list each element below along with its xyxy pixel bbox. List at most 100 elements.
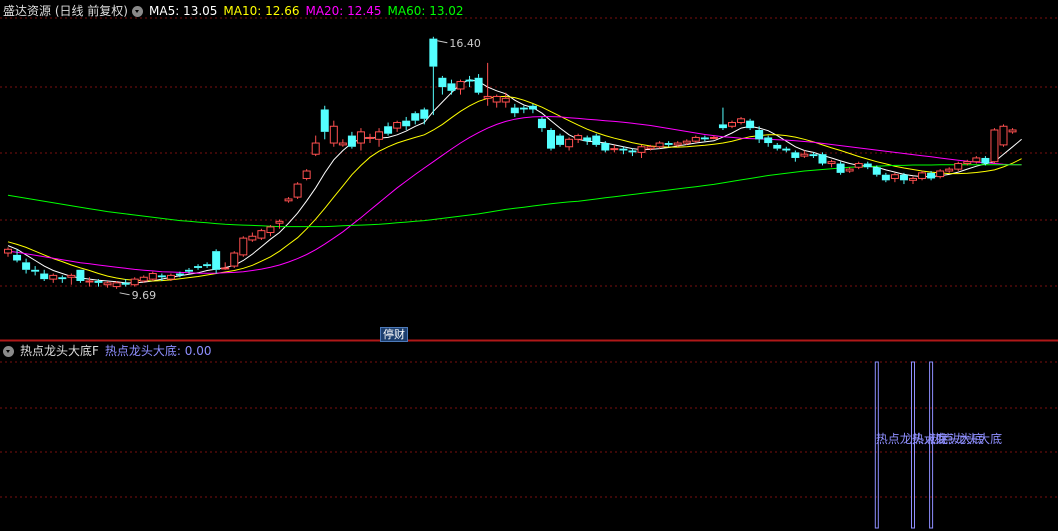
candle[interactable]	[438, 75, 447, 95]
candle[interactable]	[737, 116, 746, 125]
candle[interactable]	[519, 105, 528, 114]
candle[interactable]	[664, 141, 673, 147]
candle[interactable]	[230, 251, 239, 268]
candle[interactable]	[266, 225, 275, 237]
candle[interactable]	[1008, 128, 1017, 134]
candle[interactable]	[863, 161, 872, 170]
candle[interactable]	[103, 280, 112, 288]
candle[interactable]	[447, 79, 456, 95]
candle[interactable]	[221, 262, 230, 270]
candle[interactable]	[275, 219, 284, 229]
candle-body	[438, 77, 447, 88]
candle[interactable]	[556, 133, 565, 147]
candle[interactable]	[239, 236, 248, 257]
candle[interactable]	[890, 172, 899, 183]
candle[interactable]	[791, 150, 800, 162]
candle-body	[366, 136, 374, 139]
candle[interactable]	[945, 167, 954, 173]
candle[interactable]	[637, 144, 646, 158]
candle[interactable]	[782, 146, 791, 153]
candle[interactable]	[248, 232, 257, 242]
candle-body	[619, 148, 628, 151]
event-badge[interactable]: 停财	[380, 327, 408, 342]
candle[interactable]	[610, 144, 619, 153]
candle[interactable]	[393, 120, 402, 132]
candle[interactable]	[148, 271, 157, 281]
candle[interactable]	[293, 182, 302, 199]
candle-body	[954, 163, 963, 170]
candle[interactable]	[420, 107, 429, 125]
candle[interactable]	[456, 79, 465, 95]
candle[interactable]	[284, 197, 293, 203]
candle[interactable]	[366, 133, 374, 144]
candle-body	[800, 153, 809, 157]
candle[interactable]	[67, 273, 76, 285]
candle[interactable]	[990, 128, 999, 164]
candle[interactable]	[384, 122, 393, 136]
candle[interactable]	[836, 161, 845, 175]
candle[interactable]	[845, 167, 854, 173]
candle[interactable]	[528, 103, 537, 114]
candle[interactable]	[375, 128, 384, 147]
candle-body	[194, 266, 203, 268]
candle[interactable]	[700, 135, 709, 142]
candle-body	[936, 170, 945, 178]
candle[interactable]	[954, 161, 963, 171]
candle[interactable]	[655, 141, 664, 149]
candle[interactable]	[773, 143, 782, 151]
candle[interactable]	[130, 277, 139, 287]
candle[interactable]	[565, 137, 574, 151]
candle[interactable]	[574, 133, 583, 144]
candle[interactable]	[510, 103, 519, 117]
candle[interactable]	[881, 172, 890, 183]
candle[interactable]	[121, 279, 130, 287]
candle[interactable]	[58, 275, 67, 283]
candle[interactable]	[547, 128, 555, 151]
candle-body	[393, 122, 402, 129]
candle[interactable]	[329, 120, 338, 147]
candle[interactable]	[22, 258, 31, 274]
candle[interactable]	[338, 139, 347, 147]
candle[interactable]	[402, 116, 411, 130]
candle[interactable]	[474, 74, 483, 95]
candle[interactable]	[40, 269, 49, 281]
candle[interactable]	[999, 124, 1008, 147]
candle[interactable]	[628, 148, 637, 157]
chevron-down-icon[interactable]	[3, 345, 14, 357]
candle[interactable]	[691, 135, 700, 144]
candle[interactable]	[592, 133, 601, 147]
candle[interactable]	[257, 228, 266, 240]
candle[interactable]	[909, 176, 917, 185]
candlesticks[interactable]	[4, 36, 1017, 289]
candle[interactable]	[347, 131, 356, 149]
candle[interactable]	[728, 120, 736, 129]
candle[interactable]	[203, 262, 212, 268]
chevron-down-icon[interactable]	[132, 5, 143, 17]
candle[interactable]	[800, 150, 809, 158]
candle-body	[429, 38, 438, 67]
candle[interactable]	[194, 264, 203, 270]
candle[interactable]	[429, 36, 438, 116]
candle[interactable]	[49, 273, 58, 283]
candle[interactable]	[356, 128, 365, 151]
candle[interactable]	[854, 161, 863, 170]
candle[interactable]	[764, 135, 773, 147]
candle[interactable]	[76, 269, 85, 283]
candle[interactable]	[583, 135, 592, 145]
candle[interactable]	[827, 159, 836, 168]
candle[interactable]	[4, 247, 12, 257]
candle[interactable]	[918, 171, 927, 181]
candle[interactable]	[492, 94, 501, 108]
candle[interactable]	[746, 118, 755, 130]
candle[interactable]	[411, 111, 420, 125]
candle[interactable]	[718, 107, 727, 130]
candle[interactable]	[537, 116, 546, 132]
candle[interactable]	[302, 169, 311, 181]
candle[interactable]	[981, 156, 990, 166]
candle[interactable]	[936, 169, 945, 179]
candle[interactable]	[320, 105, 329, 140]
candle[interactable]	[818, 152, 827, 166]
candle-body	[284, 198, 293, 202]
candle[interactable]	[311, 135, 320, 157]
candle[interactable]	[31, 266, 40, 276]
